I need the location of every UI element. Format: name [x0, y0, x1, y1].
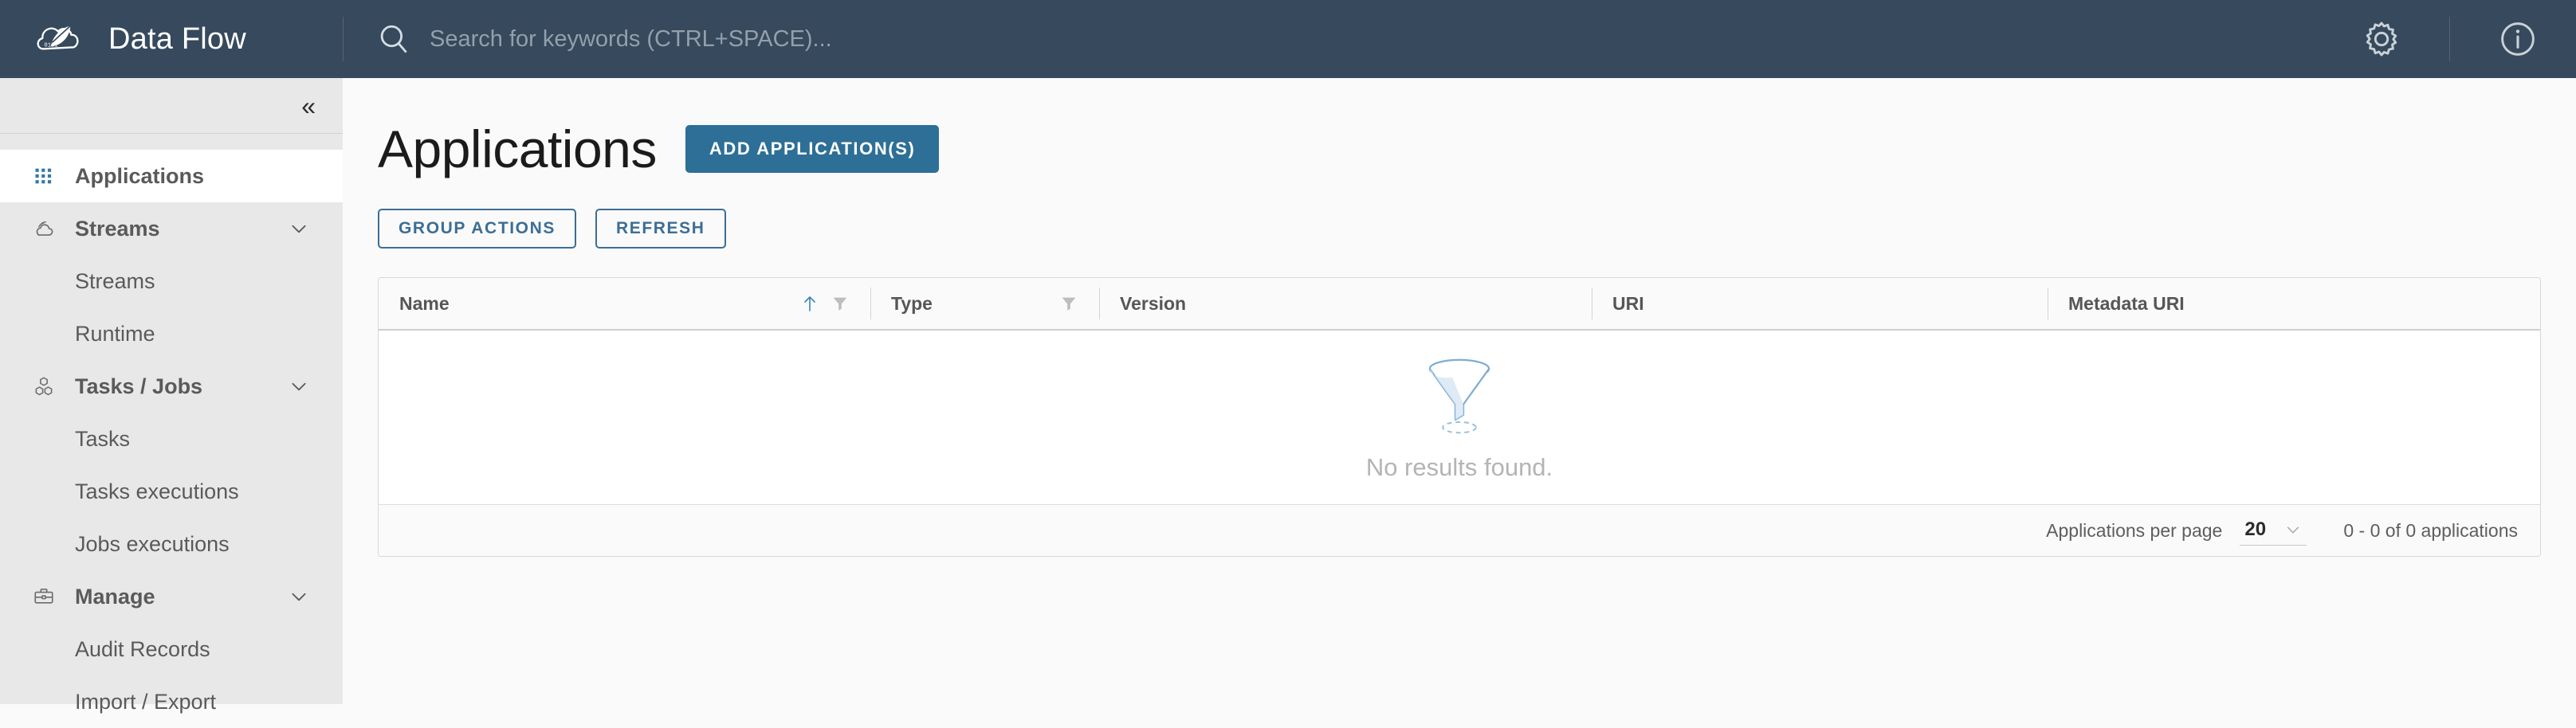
sidebar-collapse-row: «	[0, 78, 343, 134]
sidebar-group-manage[interactable]: Manage	[0, 570, 343, 623]
column-header-label: Type	[891, 292, 933, 314]
group-actions-button[interactable]: GROUP ACTIONS	[378, 209, 576, 249]
sidebar: « Applications Streams Streams Runtime T…	[0, 78, 343, 714]
sidebar-group-streams[interactable]: Streams	[0, 202, 343, 255]
search-icon	[377, 22, 410, 56]
column-header-label: Name	[399, 292, 450, 314]
boxes-icon	[30, 373, 57, 400]
column-header-type[interactable]: Type	[870, 278, 1099, 329]
info-circle-icon[interactable]	[2495, 16, 2541, 62]
table-empty-state: No results found.	[379, 331, 2540, 505]
sidebar-item-applications[interactable]: Applications	[0, 150, 343, 202]
sidebar-item-jobs-executions[interactable]: Jobs executions	[0, 518, 343, 570]
search-area[interactable]	[344, 0, 2358, 78]
cloud-icon	[30, 215, 57, 242]
column-header-version[interactable]: Version	[1099, 278, 1592, 329]
sidebar-item-label: Applications	[75, 163, 205, 188]
spring-cloud-dataflow-logo-icon: 0101	[33, 13, 86, 65]
sidebar-item-label: Runtime	[75, 321, 155, 346]
pagination-range-text: 0 - 0 of 0 applications	[2343, 519, 2518, 541]
sidebar-item-audit-records[interactable]: Audit Records	[0, 623, 343, 675]
sidebar-item-tasks[interactable]: Tasks	[0, 413, 343, 465]
column-header-name[interactable]: Name	[379, 278, 870, 329]
search-input[interactable]	[430, 25, 1386, 53]
table-header-row: Name Type Version URI Metadata URI	[379, 278, 2540, 331]
sidebar-group-tasks-jobs[interactable]: Tasks / Jobs	[0, 360, 343, 413]
filter-icon[interactable]	[1059, 294, 1078, 313]
chevron-down-icon[interactable]	[289, 376, 309, 397]
brand[interactable]: 0101 Data Flow	[0, 0, 343, 78]
svg-text:0101: 0101	[44, 42, 57, 49]
chevron-down-icon[interactable]	[289, 218, 309, 239]
action-toolbar: GROUP ACTIONS REFRESH	[378, 209, 2541, 249]
funnel-icon	[1416, 353, 1502, 436]
column-header-label: Version	[1120, 292, 1187, 314]
column-header-metadata-uri[interactable]: Metadata URI	[2048, 278, 2540, 329]
sidebar-item-label: Streams	[75, 268, 155, 293]
header-divider-right	[2449, 17, 2450, 61]
per-page-label: Applications per page	[2046, 519, 2223, 541]
table-pagination: Applications per page 20 0 - 0 of 0 appl…	[379, 505, 2540, 556]
double-chevron-left-icon[interactable]: «	[301, 93, 316, 119]
sort-ascending-icon[interactable]	[800, 292, 819, 315]
sidebar-item-label: Tasks executions	[75, 479, 239, 503]
sidebar-item-label: Tasks	[75, 426, 131, 451]
sidebar-item-streams[interactable]: Streams	[0, 255, 343, 307]
top-bar-actions	[2358, 0, 2576, 78]
sidebar-item-import-export[interactable]: Import / Export	[0, 675, 343, 728]
sidebar-item-label: Jobs executions	[75, 531, 230, 556]
chevron-down-icon	[2284, 521, 2302, 538]
applications-table: Name Type Version URI Metadata URI No re…	[378, 277, 2541, 557]
page-title: Applications	[378, 119, 657, 178]
chevron-down-icon[interactable]	[289, 586, 309, 607]
sidebar-item-label: Streams	[75, 216, 160, 241]
sidebar-item-label: Tasks / Jobs	[75, 374, 203, 398]
column-header-label: URI	[1612, 292, 1644, 314]
sidebar-item-label: Manage	[75, 584, 155, 609]
gear-icon[interactable]	[2358, 16, 2405, 62]
brand-title: Data Flow	[108, 22, 246, 56]
column-header-uri[interactable]: URI	[1592, 278, 2048, 329]
add-applications-button[interactable]: ADD APPLICATION(S)	[685, 125, 940, 173]
empty-state-text: No results found.	[1365, 453, 1553, 481]
sidebar-item-runtime[interactable]: Runtime	[0, 307, 343, 360]
main-content: Applications ADD APPLICATION(S) GROUP AC…	[343, 78, 2576, 704]
sidebar-item-tasks-executions[interactable]: Tasks executions	[0, 465, 343, 518]
sidebar-item-label: Import / Export	[75, 689, 217, 714]
page-header: Applications ADD APPLICATION(S)	[378, 78, 2541, 175]
per-page-select[interactable]: 20	[2240, 516, 2307, 546]
filter-icon[interactable]	[831, 294, 850, 313]
sidebar-item-label: Audit Records	[75, 636, 210, 661]
refresh-button[interactable]: REFRESH	[595, 209, 726, 249]
column-header-label: Metadata URI	[2068, 292, 2185, 314]
sidebar-nav: Applications Streams Streams Runtime Tas…	[0, 134, 343, 728]
grid-dots-icon	[30, 162, 57, 190]
per-page-value: 20	[2244, 518, 2267, 540]
top-bar: 0101 Data Flow	[0, 0, 2576, 78]
briefcase-icon	[30, 583, 57, 610]
